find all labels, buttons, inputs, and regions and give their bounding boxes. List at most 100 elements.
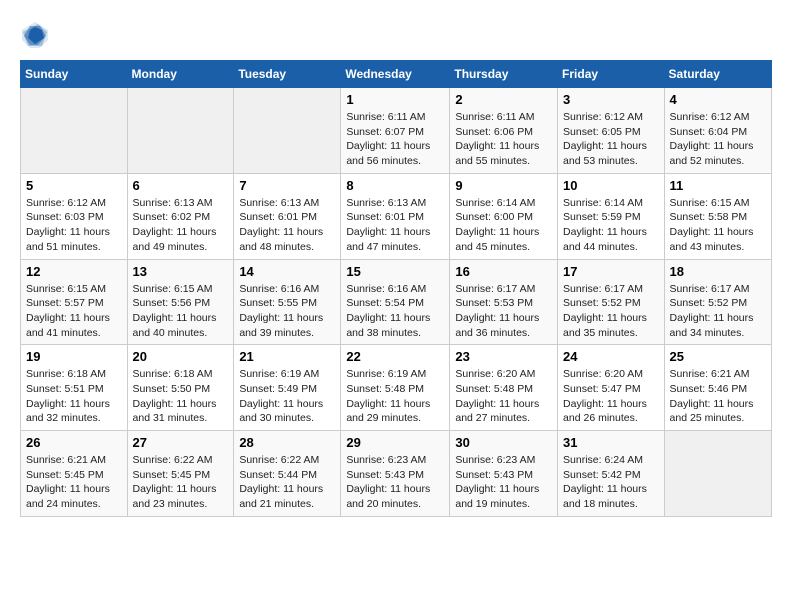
logo-icon bbox=[20, 20, 50, 50]
day-number: 6 bbox=[133, 178, 229, 193]
day-info: Sunrise: 6:13 AM Sunset: 6:02 PM Dayligh… bbox=[133, 196, 229, 255]
calendar-cell: 18Sunrise: 6:17 AM Sunset: 5:52 PM Dayli… bbox=[664, 259, 771, 345]
day-info: Sunrise: 6:20 AM Sunset: 5:48 PM Dayligh… bbox=[455, 367, 552, 426]
weekday-header: Tuesday bbox=[234, 61, 341, 88]
day-info: Sunrise: 6:18 AM Sunset: 5:50 PM Dayligh… bbox=[133, 367, 229, 426]
day-info: Sunrise: 6:12 AM Sunset: 6:03 PM Dayligh… bbox=[26, 196, 122, 255]
weekday-header: Wednesday bbox=[341, 61, 450, 88]
day-number: 16 bbox=[455, 264, 552, 279]
weekday-header: Friday bbox=[558, 61, 665, 88]
day-info: Sunrise: 6:23 AM Sunset: 5:43 PM Dayligh… bbox=[455, 453, 552, 512]
day-number: 25 bbox=[670, 349, 766, 364]
calendar-cell: 2 Sunrise: 6:11 AM Sunset: 6:06 PM Daylig… bbox=[450, 88, 558, 174]
day-info: Sunrise: 6:17 AM Sunset: 5:53 PM Dayligh… bbox=[455, 282, 552, 341]
day-info: Sunrise: 6:22 AM Sunset: 5:44 PM Dayligh… bbox=[239, 453, 335, 512]
day-info: Sunrise: 6:16 AM Sunset: 5:55 PM Dayligh… bbox=[239, 282, 335, 341]
day-info: Sunrise: 6:21 AM Sunset: 5:45 PM Dayligh… bbox=[26, 453, 122, 512]
calendar-cell bbox=[21, 88, 128, 174]
calendar-cell: 30 Sunrise: 6:23 AM Sunset: 5:43 PM Dayli… bbox=[450, 431, 558, 517]
page-header bbox=[20, 20, 772, 50]
day-number: 1 bbox=[346, 92, 444, 107]
calendar-cell: 3 Sunrise: 6:12 AM Sunset: 6:05 PM Daylig… bbox=[558, 88, 665, 174]
day-info: Sunrise: 6:11 AM Sunset: 6:06 PM Dayligh… bbox=[455, 110, 552, 169]
calendar-cell: 15 Sunrise: 6:16 AM Sunset: 5:54 PM Dayli… bbox=[341, 259, 450, 345]
day-number: 7 bbox=[239, 178, 335, 193]
calendar-cell: 22 Sunrise: 6:19 AM Sunset: 5:48 PM Dayli… bbox=[341, 345, 450, 431]
calendar-table: SundayMondayTuesdayWednesdayThursdayFrid… bbox=[20, 60, 772, 517]
day-number: 2 bbox=[455, 92, 552, 107]
calendar-cell: 29 Sunrise: 6:23 AM Sunset: 5:43 PM Dayli… bbox=[341, 431, 450, 517]
calendar-cell: 13 Sunrise: 6:15 AM Sunset: 5:56 PM Dayli… bbox=[127, 259, 234, 345]
day-info: Sunrise: 6:20 AM Sunset: 5:47 PM Dayligh… bbox=[563, 367, 659, 426]
calendar-cell: 16 Sunrise: 6:17 AM Sunset: 5:53 PM Dayli… bbox=[450, 259, 558, 345]
day-number: 31 bbox=[563, 435, 659, 450]
day-number: 20 bbox=[133, 349, 229, 364]
day-number: 17 bbox=[563, 264, 659, 279]
calendar-cell: 24 Sunrise: 6:20 AM Sunset: 5:47 PM Dayli… bbox=[558, 345, 665, 431]
weekday-header: Sunday bbox=[21, 61, 128, 88]
calendar-cell: 9 Sunrise: 6:14 AM Sunset: 6:00 PM Daylig… bbox=[450, 173, 558, 259]
day-number: 18 bbox=[670, 264, 766, 279]
day-info: Sunrise: 6:12 AM Sunset: 6:05 PM Dayligh… bbox=[563, 110, 659, 169]
day-info: Sunrise: 6:19 AM Sunset: 5:48 PM Dayligh… bbox=[346, 367, 444, 426]
day-number: 13 bbox=[133, 264, 229, 279]
day-number: 11 bbox=[670, 178, 766, 193]
day-info: Sunrise: 6:23 AM Sunset: 5:43 PM Dayligh… bbox=[346, 453, 444, 512]
calendar-cell bbox=[127, 88, 234, 174]
day-number: 27 bbox=[133, 435, 229, 450]
day-number: 24 bbox=[563, 349, 659, 364]
day-number: 15 bbox=[346, 264, 444, 279]
calendar-cell bbox=[664, 431, 771, 517]
day-number: 3 bbox=[563, 92, 659, 107]
calendar-cell: 20 Sunrise: 6:18 AM Sunset: 5:50 PM Dayli… bbox=[127, 345, 234, 431]
calendar-cell: 6 Sunrise: 6:13 AM Sunset: 6:02 PM Daylig… bbox=[127, 173, 234, 259]
day-number: 9 bbox=[455, 178, 552, 193]
calendar-header-row: SundayMondayTuesdayWednesdayThursdayFrid… bbox=[21, 61, 772, 88]
calendar-cell: 27 Sunrise: 6:22 AM Sunset: 5:45 PM Dayli… bbox=[127, 431, 234, 517]
day-number: 26 bbox=[26, 435, 122, 450]
day-info: Sunrise: 6:14 AM Sunset: 5:59 PM Dayligh… bbox=[563, 196, 659, 255]
day-number: 12 bbox=[26, 264, 122, 279]
day-info: Sunrise: 6:14 AM Sunset: 6:00 PM Dayligh… bbox=[455, 196, 552, 255]
day-info: Sunrise: 6:15 AM Sunset: 5:57 PM Dayligh… bbox=[26, 282, 122, 341]
day-number: 29 bbox=[346, 435, 444, 450]
day-number: 10 bbox=[563, 178, 659, 193]
day-number: 14 bbox=[239, 264, 335, 279]
day-number: 23 bbox=[455, 349, 552, 364]
day-info: Sunrise: 6:15 AM Sunset: 5:56 PM Dayligh… bbox=[133, 282, 229, 341]
day-number: 22 bbox=[346, 349, 444, 364]
day-number: 4 bbox=[670, 92, 766, 107]
day-info: Sunrise: 6:16 AM Sunset: 5:54 PM Dayligh… bbox=[346, 282, 444, 341]
weekday-header: Saturday bbox=[664, 61, 771, 88]
calendar-cell: 31 Sunrise: 6:24 AM Sunset: 5:42 PM Dayli… bbox=[558, 431, 665, 517]
day-number: 21 bbox=[239, 349, 335, 364]
calendar-cell: 4 Sunrise: 6:12 AM Sunset: 6:04 PM Daylig… bbox=[664, 88, 771, 174]
calendar-cell: 25Sunrise: 6:21 AM Sunset: 5:46 PM Dayli… bbox=[664, 345, 771, 431]
day-info: Sunrise: 6:18 AM Sunset: 5:51 PM Dayligh… bbox=[26, 367, 122, 426]
calendar-cell bbox=[234, 88, 341, 174]
calendar-cell: 19 Sunrise: 6:18 AM Sunset: 5:51 PM Dayli… bbox=[21, 345, 128, 431]
day-number: 8 bbox=[346, 178, 444, 193]
calendar-week-row: 1Sunrise: 6:11 AM Sunset: 6:07 PM Daylig… bbox=[21, 88, 772, 174]
day-info: Sunrise: 6:22 AM Sunset: 5:45 PM Dayligh… bbox=[133, 453, 229, 512]
calendar-week-row: 12 Sunrise: 6:15 AM Sunset: 5:57 PM Dayli… bbox=[21, 259, 772, 345]
calendar-cell: 11Sunrise: 6:15 AM Sunset: 5:58 PM Dayli… bbox=[664, 173, 771, 259]
day-number: 30 bbox=[455, 435, 552, 450]
calendar-week-row: 19 Sunrise: 6:18 AM Sunset: 5:51 PM Dayli… bbox=[21, 345, 772, 431]
calendar-cell: 14 Sunrise: 6:16 AM Sunset: 5:55 PM Dayli… bbox=[234, 259, 341, 345]
day-info: Sunrise: 6:13 AM Sunset: 6:01 PM Dayligh… bbox=[346, 196, 444, 255]
weekday-header: Thursday bbox=[450, 61, 558, 88]
calendar-cell: 17Sunrise: 6:17 AM Sunset: 5:52 PM Dayli… bbox=[558, 259, 665, 345]
calendar-cell: 21Sunrise: 6:19 AM Sunset: 5:49 PM Dayli… bbox=[234, 345, 341, 431]
day-info: Sunrise: 6:24 AM Sunset: 5:42 PM Dayligh… bbox=[563, 453, 659, 512]
calendar-cell: 10 Sunrise: 6:14 AM Sunset: 5:59 PM Dayli… bbox=[558, 173, 665, 259]
weekday-header: Monday bbox=[127, 61, 234, 88]
day-info: Sunrise: 6:12 AM Sunset: 6:04 PM Dayligh… bbox=[670, 110, 766, 169]
calendar-week-row: 26 Sunrise: 6:21 AM Sunset: 5:45 PM Dayli… bbox=[21, 431, 772, 517]
day-number: 5 bbox=[26, 178, 122, 193]
calendar-cell: 28 Sunrise: 6:22 AM Sunset: 5:44 PM Dayli… bbox=[234, 431, 341, 517]
day-number: 19 bbox=[26, 349, 122, 364]
day-number: 28 bbox=[239, 435, 335, 450]
calendar-cell: 1Sunrise: 6:11 AM Sunset: 6:07 PM Daylig… bbox=[341, 88, 450, 174]
calendar-cell: 12 Sunrise: 6:15 AM Sunset: 5:57 PM Dayli… bbox=[21, 259, 128, 345]
